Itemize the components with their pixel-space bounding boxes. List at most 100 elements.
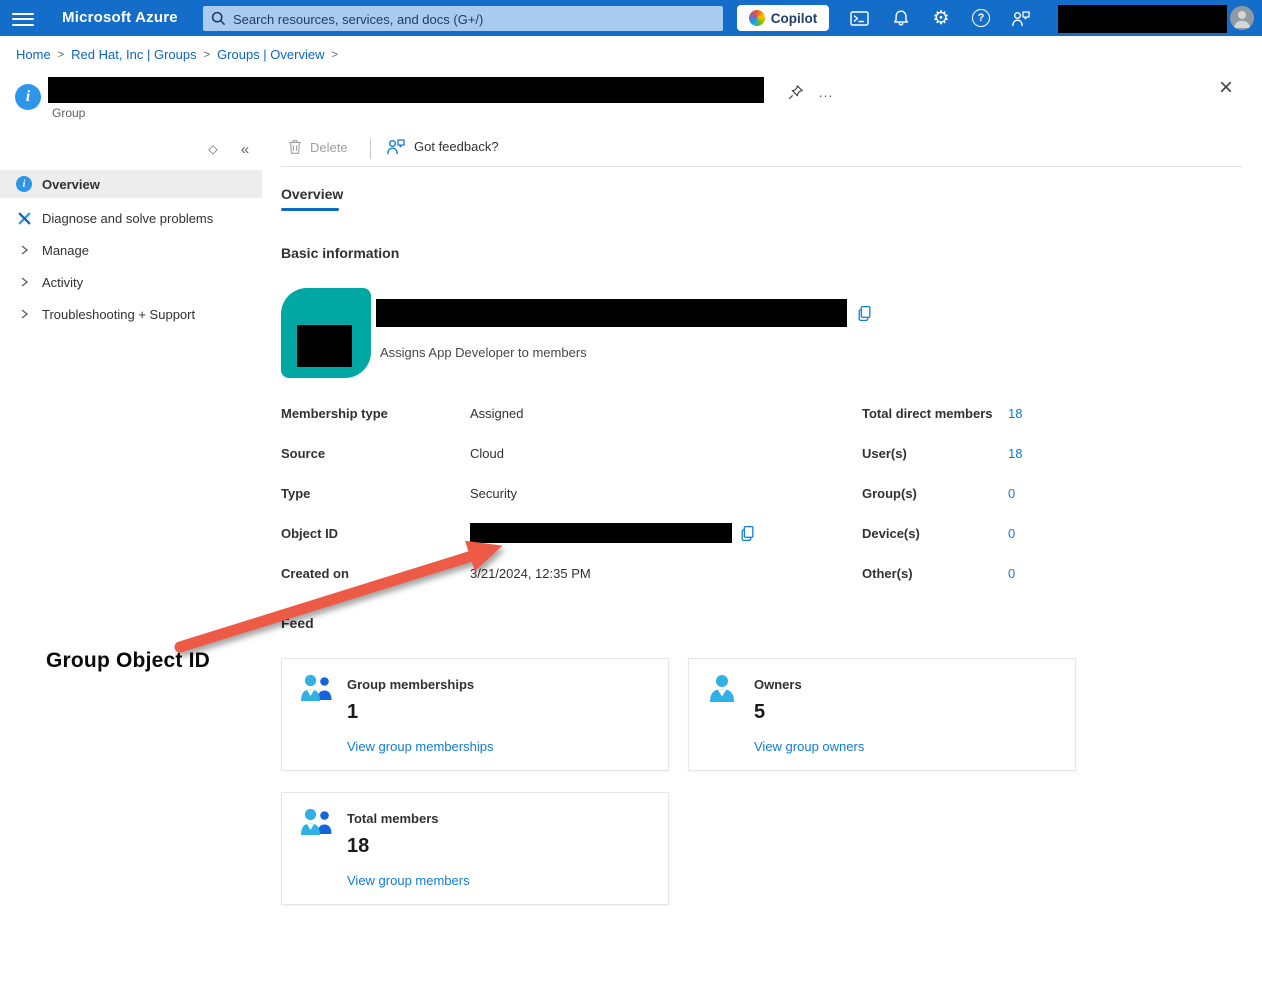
card-title: Total members — [347, 811, 439, 826]
field-value: Cloud — [470, 446, 770, 461]
global-search[interactable] — [203, 6, 723, 31]
field-value: Security — [470, 486, 770, 501]
chevron-right-icon — [16, 244, 32, 256]
field-label-object-id: Object ID — [281, 526, 470, 541]
tab-overview[interactable]: Overview — [281, 186, 343, 202]
groups-count-link[interactable]: 0 — [1008, 486, 1088, 501]
account-info-redaction — [1058, 5, 1227, 33]
total-direct-members-link[interactable]: 18 — [1008, 406, 1088, 421]
people-two-icon — [298, 807, 334, 837]
chevron-right-icon — [16, 276, 32, 288]
sidebar-item-activity[interactable]: Activity — [0, 266, 262, 298]
pin-icon — [788, 84, 804, 100]
collapse-menu-button[interactable]: « — [234, 138, 256, 160]
people-two-icon — [298, 673, 334, 703]
group-memberships-card: Group memberships 1 View group membershi… — [281, 658, 669, 771]
chevron-separator-icon: > — [58, 49, 64, 61]
resource-menu-sidebar: ◇ « i Overview Diagnose and solve proble… — [0, 130, 262, 1007]
basic-info-fields-right: Total direct members 18 User(s) 18 Group… — [862, 393, 1088, 593]
field-label: Created on — [281, 566, 470, 581]
pin-button[interactable] — [784, 80, 808, 104]
got-feedback-button[interactable]: Got feedback? — [386, 138, 499, 155]
tab-active-underline — [281, 208, 339, 211]
view-group-memberships-link[interactable]: View group memberships — [347, 739, 493, 754]
field-value: Assigned — [470, 406, 770, 421]
field-label: Group(s) — [862, 486, 1008, 501]
toolbar-rule — [281, 166, 1242, 167]
notifications-bell-icon[interactable] — [887, 4, 915, 32]
feedback-person-icon — [386, 138, 406, 155]
field-label: Total direct members — [862, 406, 1008, 421]
copilot-icon — [749, 10, 765, 26]
sidebar-item-troubleshooting[interactable]: Troubleshooting + Support — [0, 298, 262, 330]
help-icon[interactable]: ? — [967, 4, 995, 32]
menu-resize-button[interactable]: ◇ — [202, 138, 224, 160]
search-icon — [211, 11, 226, 26]
hamburger-menu-icon[interactable] — [12, 9, 34, 27]
card-title: Owners — [754, 677, 802, 692]
object-id-redaction — [470, 523, 732, 543]
person-icon — [705, 673, 739, 703]
chevron-separator-icon: > — [331, 49, 337, 61]
object-id-value — [470, 513, 770, 553]
more-options-button[interactable]: ... — [814, 80, 838, 104]
feedback-icon[interactable] — [1007, 4, 1035, 32]
info-icon: i — [16, 176, 32, 192]
breadcrumb-home[interactable]: Home — [16, 47, 51, 62]
collapse-icon: « — [241, 141, 249, 158]
others-count-link[interactable]: 0 — [1008, 566, 1088, 581]
breadcrumb: Home > Red Hat, Inc | Groups > Groups | … — [16, 47, 338, 62]
copy-icon — [856, 305, 873, 322]
field-label: Type — [281, 486, 470, 501]
copy-group-name-button[interactable] — [855, 304, 873, 322]
field-label: Source — [281, 446, 470, 461]
field-label: Membership type — [281, 406, 470, 421]
brand-title[interactable]: Microsoft Azure — [62, 9, 178, 26]
group-name-redaction — [376, 299, 847, 327]
users-count-link[interactable]: 18 — [1008, 446, 1088, 461]
chevron-right-icon — [16, 308, 32, 320]
breadcrumb-groups-overview[interactable]: Groups | Overview — [217, 47, 324, 62]
resize-icon: ◇ — [208, 142, 217, 156]
toolbar-divider — [370, 139, 371, 159]
trash-icon — [288, 139, 302, 155]
blade-subtitle: Group — [52, 106, 85, 120]
delete-button[interactable]: Delete — [288, 139, 348, 155]
diagnose-tools-icon — [16, 211, 32, 226]
chevron-separator-icon: > — [204, 49, 210, 61]
sidebar-menu: i Overview Diagnose and solve problems M… — [0, 170, 262, 330]
card-value: 18 — [347, 835, 369, 858]
sidebar-item-diagnose[interactable]: Diagnose and solve problems — [0, 202, 262, 234]
annotation-label: Group Object ID — [46, 649, 210, 673]
close-blade-button[interactable]: × — [1214, 76, 1238, 100]
breadcrumb-tenant-groups[interactable]: Red Hat, Inc | Groups — [71, 47, 197, 62]
cloud-shell-icon[interactable] — [845, 4, 873, 32]
view-group-owners-link[interactable]: View group owners — [754, 739, 864, 754]
view-group-members-link[interactable]: View group members — [347, 873, 470, 888]
copy-object-id-button[interactable] — [738, 524, 756, 542]
top-bar: Microsoft Azure Copilot ⚙ ? — [0, 0, 1262, 36]
field-label: Other(s) — [862, 566, 1008, 581]
copilot-button[interactable]: Copilot — [737, 5, 829, 31]
field-label: Device(s) — [862, 526, 1008, 541]
card-value: 5 — [754, 701, 765, 724]
group-description: Assigns App Developer to members — [380, 345, 587, 360]
azure-portal-page: Microsoft Azure Copilot ⚙ ? — [0, 0, 1262, 1007]
avatar-initials-redaction — [297, 325, 352, 367]
copy-icon — [739, 525, 756, 542]
settings-gear-icon[interactable]: ⚙ — [927, 4, 955, 32]
ellipsis-icon: ... — [819, 84, 834, 100]
account-avatar[interactable] — [1230, 6, 1254, 30]
card-value: 1 — [347, 701, 358, 724]
sidebar-item-overview[interactable]: i Overview — [0, 170, 262, 198]
search-input[interactable] — [231, 6, 715, 33]
total-members-card: Total members 18 View group members — [281, 792, 669, 905]
group-title-redaction — [48, 77, 764, 103]
close-icon: × — [1219, 76, 1233, 100]
feed-heading: Feed — [281, 615, 314, 631]
sidebar-item-manage[interactable]: Manage — [0, 234, 262, 266]
card-title: Group memberships — [347, 677, 474, 692]
owners-card: Owners 5 View group owners — [688, 658, 1076, 771]
devices-count-link[interactable]: 0 — [1008, 526, 1088, 541]
field-label: User(s) — [862, 446, 1008, 461]
